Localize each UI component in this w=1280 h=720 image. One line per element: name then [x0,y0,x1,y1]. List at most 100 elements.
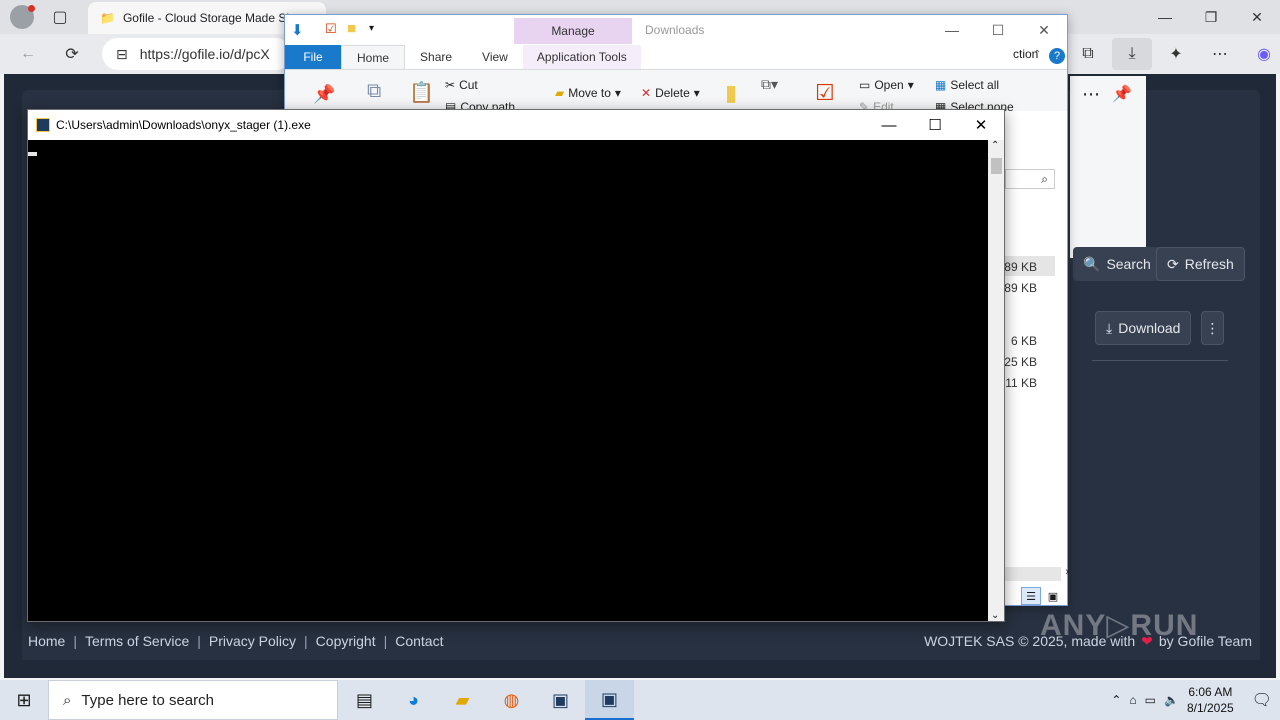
new-folder-large-icon[interactable]: ▮ [725,80,737,106]
network-icon[interactable]: ⌂ [1129,693,1136,707]
footer-link-terms[interactable]: Terms of Service [85,633,189,649]
dropdown-icon: ▾ [907,78,914,92]
more-actions-button[interactable]: ⋮ [1201,311,1224,345]
horizontal-scrollbar[interactable]: › [1005,566,1069,581]
address-bar[interactable]: ⊟ https://gofile.io/d/pcX [102,38,292,70]
search-icon: ⌕ [63,691,72,709]
explorer-minimize-button[interactable]: — [929,15,975,45]
tab-home[interactable]: Home [341,45,406,69]
console-scroll-thumb[interactable] [991,158,1002,174]
console-app-taskbar-icon[interactable]: ▣ [585,680,634,720]
explorer-maximize-button[interactable]: ☐ [975,15,1021,45]
console-close-button[interactable]: ✕ [958,110,1004,140]
console-output[interactable] [28,140,988,621]
copilot-icon[interactable]: ◉ [1244,38,1280,70]
properties-large-icon[interactable]: ☑ [815,80,835,106]
search-icon: ⌕ [1041,171,1048,186]
task-view-icon[interactable]: ▤ [340,680,389,720]
new-folder-icon[interactable]: ■ [347,20,356,37]
downloads-flyout: ⋯ 📌 [1070,76,1146,258]
console-titlebar: C:\Users\admin\Downloads\onyx_stager (1)… [28,110,1004,140]
extensions-icon[interactable]: ✦ [1156,38,1196,70]
tab-application-tools[interactable]: Application Tools [522,45,641,69]
text-cursor [28,152,37,156]
taskbar-search-placeholder: Type here to search [81,691,214,709]
clock-date: 8/1/2025 [1186,701,1234,715]
new-item-icon[interactable]: ⧉▾ [761,76,778,93]
scroll-right-icon[interactable]: › [1065,566,1069,578]
downloads-icon[interactable]: ⤓ [1112,38,1152,70]
divider [1092,360,1228,361]
more-menu-icon[interactable]: ⋯ [1200,38,1240,70]
properties-icon[interactable]: ☑ [325,21,337,37]
select-all-button[interactable]: ▦ Select all [935,78,999,92]
move-to-icon: ▰ [555,86,565,100]
file-explorer-icon[interactable]: ▰ [438,680,487,720]
taskbar-search[interactable]: ⌕ Type here to search [48,680,338,720]
refresh-button[interactable]: ⟳ Refresh [1156,247,1245,281]
help-icon[interactable]: ? [1049,48,1065,64]
volume-icon[interactable]: 🔈 [1164,693,1179,707]
restore-button[interactable]: ❐ [1188,0,1234,34]
clock[interactable]: 6:06 AM 8/1/2025 [1187,684,1234,716]
back-button[interactable]: ← [12,38,44,70]
console-maximize-button[interactable]: ☐ [912,110,958,140]
reload-button[interactable]: ⟳ [56,38,88,70]
footer-link-privacy[interactable]: Privacy Policy [209,633,296,649]
open-button[interactable]: ▭ Open ▾ [859,78,914,92]
edge-icon[interactable]: ◕ [389,680,438,720]
more-options-icon[interactable]: ⋯ [1082,84,1100,105]
clock-time: 6:06 AM [1188,685,1233,699]
scroll-down-icon[interactable]: ⌄ [991,610,999,621]
console-minimize-button[interactable]: — [866,110,912,140]
large-icons-view-icon[interactable]: ▣ [1043,587,1063,605]
wifi-icon[interactable]: ▭ [1145,693,1156,707]
system-tray: ⌃ ⌂ ▭ 🔈 6:06 AM 8/1/2025 🗨 [1111,680,1280,720]
tab-title: Gofile - Cloud Storage Made Si [122,11,290,25]
folder-favicon-icon: 📁 [100,11,115,25]
refresh-icon: ⟳ [1167,255,1179,272]
explorer-close-button[interactable]: ✕ [1021,15,1067,45]
start-button[interactable]: ⊞ [0,680,48,720]
firefox-icon[interactable]: ◍ [487,680,536,720]
close-button[interactable]: ✕ [1234,0,1280,34]
search-button[interactable]: 🔍 Search [1073,247,1161,281]
move-to-button[interactable]: ▰ Move to ▾ [555,86,621,100]
invert-selection-label[interactable]: ction [1013,47,1038,61]
select-all-label: Select all [950,78,1000,92]
quick-access-download-icon[interactable]: ⬇ [291,21,304,39]
search-downloads-field[interactable]: ⌕ [1005,169,1055,189]
tab-manage[interactable]: Manage [514,18,632,44]
footer-link-copyright[interactable]: Copyright [316,633,376,649]
explorer-titlebar: ⬇ ☑ ■ ▾ Manage Downloads — ☐ ✕ [285,15,1067,45]
tab-share[interactable]: Share [405,45,467,69]
customize-toolbar-icon[interactable]: ▾ [369,23,374,34]
delete-button[interactable]: ✕ Delete ▾ [641,86,700,100]
notifications-icon[interactable]: 🗨 [1252,690,1272,710]
minimize-button[interactable]: — [1142,0,1188,34]
tab-actions-icon[interactable]: ▢ [44,1,76,33]
site-info-icon[interactable]: ⊟ [116,46,128,63]
move-to-label: Move to [568,86,611,100]
pin-icon[interactable]: 📌 [1112,84,1132,104]
copy-icon[interactable]: ⧉ [367,80,381,103]
open-icon: ▭ [859,78,871,92]
tab-file[interactable]: File [285,45,341,69]
scroll-up-icon[interactable]: ⌃ [991,140,999,151]
footer-link-contact[interactable]: Contact [395,633,443,649]
pin-quick-access-icon[interactable]: 📌 [313,84,335,105]
collections-icon[interactable]: ⧉ [1068,38,1108,70]
paste-icon[interactable]: 📋 [409,80,434,105]
python-app-icon[interactable]: ▣ [536,680,585,720]
search-icon: 🔍 [1083,255,1101,272]
console-scrollbar[interactable]: ⌃ ⌄ [988,140,1004,621]
cut-button[interactable]: ✂ Cut [445,78,478,92]
show-hidden-icons-icon[interactable]: ⌃ [1111,693,1121,707]
details-view-icon[interactable]: ☰ [1021,587,1041,605]
download-button-label: Download [1118,320,1181,336]
search-button-label: Search [1106,256,1151,272]
download-button[interactable]: ⤓ Download [1095,311,1192,345]
footer-link-home[interactable]: Home [28,633,65,649]
tab-view[interactable]: View [467,45,523,69]
windows-logo-icon: ⊞ [16,689,32,710]
